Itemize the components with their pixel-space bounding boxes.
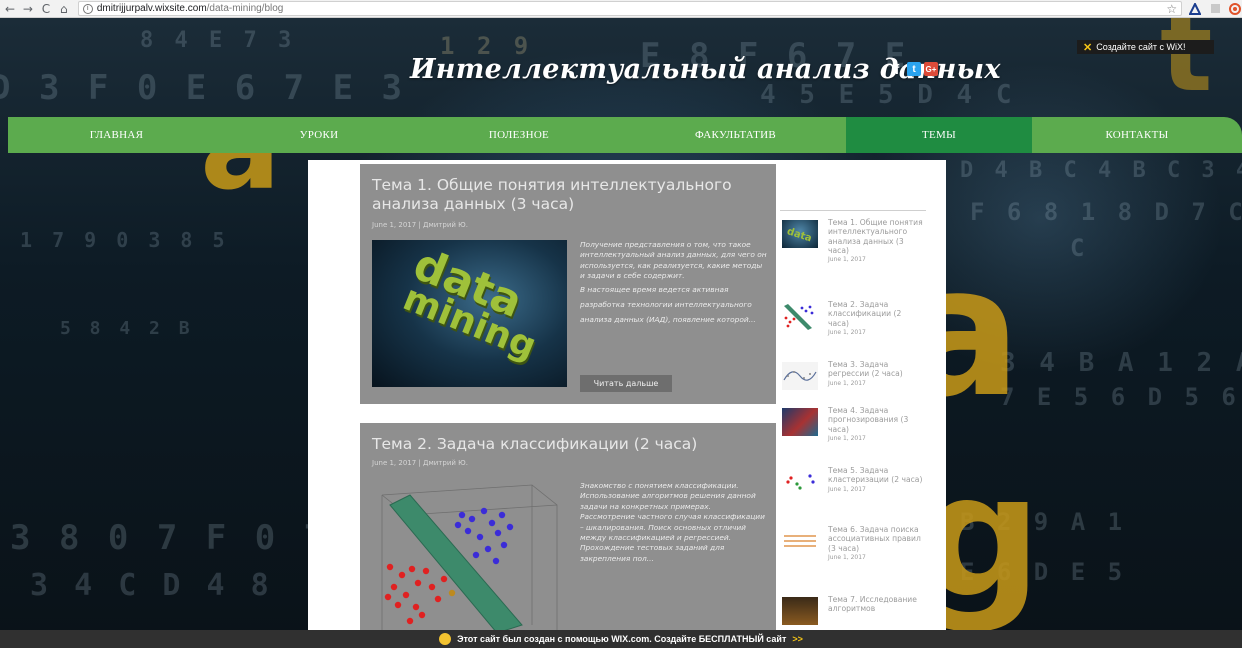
extension-target-icon[interactable]	[1228, 2, 1242, 16]
wix-footer-banner[interactable]: Этот сайт был создан с помощью WIX.com. …	[0, 630, 1242, 648]
wix-create-site-banner[interactable]: ✕ Создайте сайт с WiX!	[1077, 40, 1214, 54]
blog-content-panel: Тема 1. Общие понятия интеллектуального …	[308, 160, 946, 633]
sidebar-post-title-text: Тема 7. Исследование алгоритмов	[828, 595, 917, 614]
url-path: /data-mining/blog	[206, 3, 284, 14]
post-title[interactable]: Тема 2. Задача классификации (2 часа)	[372, 435, 772, 454]
reload-button[interactable]: C	[38, 1, 54, 17]
blog-post-card: Тема 2. Задача классификации (2 часа) Ju…	[360, 423, 776, 633]
sidebar-post-title[interactable]: Тема 2. Задача классификации (2 часа) Ju…	[828, 300, 924, 337]
social-icons: f t G+	[890, 61, 938, 77]
sidebar-post-title-text: Тема 4. Задача прогнозирования (3 часа)	[828, 406, 909, 434]
bookmark-star-icon[interactable]: ☆	[1166, 2, 1177, 16]
extension-square-icon[interactable]	[1208, 2, 1222, 16]
sidebar-post-title-text: Тема 3. Задача регрессии (2 часа)	[828, 360, 903, 379]
sidebar-post-item[interactable]: Тема 7. Исследование алгоритмов	[782, 595, 932, 630]
post-image-classification[interactable]	[372, 475, 567, 633]
post-excerpt: Знакомство с понятием классификации. Исп…	[580, 481, 765, 563]
url-host: dmitrijjurpalv.wixsite.com	[96, 3, 207, 14]
sidebar-thumb[interactable]	[782, 597, 818, 625]
sidebar-thumb[interactable]	[782, 527, 818, 555]
home-button[interactable]: ⌂	[56, 1, 72, 17]
sidebar-post-date: June 1, 2017	[828, 485, 866, 493]
read-more-button[interactable]: Читать дальше	[580, 375, 672, 392]
sidebar-post-title-text: Тема 2. Задача классификации (2 часа)	[828, 300, 902, 328]
extension-triangle-icon[interactable]	[1188, 2, 1202, 16]
address-bar[interactable]: i dmitrijjurpalv.wixsite.com/data-mining…	[77, 1, 1183, 16]
sidebar-post-item[interactable]: Тема 4. Задача прогнозирования (3 часа) …	[782, 406, 932, 466]
google-plus-icon[interactable]: G+	[924, 62, 938, 76]
menu-item-lessons[interactable]: УРОКИ	[225, 117, 413, 153]
sidebar-post-item[interactable]: Тема 6. Задача поиска ассоциативных прав…	[782, 525, 932, 585]
svg-text:data: data	[785, 226, 813, 244]
main-menu: ГЛАВНАЯ УРОКИ ПОЛЕЗНОЕ ФАКУЛЬТАТИВ ТЕМЫ …	[8, 117, 1242, 153]
blog-post-card: Тема 1. Общие понятия интеллектуального …	[360, 164, 776, 404]
post-excerpt: Получение представления о том, что такое…	[580, 240, 768, 327]
menu-item-contacts[interactable]: КОНТАКТЫ	[1032, 117, 1242, 153]
post-excerpt-tail: В настоящее время ведется активная разра…	[580, 284, 756, 324]
menu-item-elective[interactable]: ФАКУЛЬТАТИВ	[625, 117, 846, 153]
sidebar-post-title-text: Тема 6. Задача поиска ассоциативных прав…	[828, 525, 921, 553]
post-image-data-mining[interactable]: data mining	[372, 240, 567, 387]
browser-toolbar: ← → C ⌂ i dmitrijjurpalv.wixsite.com/dat…	[0, 0, 1242, 18]
back-button[interactable]: ←	[2, 1, 18, 17]
sidebar-post-date: June 1, 2017	[828, 328, 866, 336]
wix-footer-arrow: >>	[792, 634, 803, 644]
twitter-icon[interactable]: t	[907, 62, 921, 76]
sidebar-post-item[interactable]: data Тема 1. Общие понятия интеллектуаль…	[782, 218, 932, 278]
post-excerpt-lead: Получение представления о том, что такое…	[580, 240, 767, 281]
sidebar-post-title[interactable]: Тема 5. Задача кластеризации (2 часа) Ju…	[828, 466, 924, 494]
wix-footer-text: Этот сайт был создан с помощью WIX.com. …	[457, 634, 787, 644]
post-meta: June 1, 2017 | Дмитрий Ю.	[372, 221, 468, 229]
sidebar-post-title[interactable]: Тема 4. Задача прогнозирования (3 часа) …	[828, 406, 924, 443]
sidebar-thumb[interactable]	[782, 362, 818, 390]
info-icon[interactable]: i	[82, 3, 93, 14]
sidebar-thumb[interactable]	[782, 302, 818, 330]
facebook-icon[interactable]: f	[890, 61, 904, 77]
sidebar-thumb[interactable]	[782, 408, 818, 436]
sidebar-thumb[interactable]	[782, 468, 818, 496]
wix-x-icon: ✕	[1083, 41, 1093, 54]
sidebar-post-title[interactable]: Тема 3. Задача регрессии (2 часа) June 1…	[828, 360, 924, 388]
sidebar-post-title-text: Тема 1. Общие понятия интеллектуального …	[828, 218, 923, 255]
menu-item-topics[interactable]: ТЕМЫ	[846, 117, 1032, 153]
sidebar-divider	[780, 210, 926, 211]
forward-button[interactable]: →	[20, 1, 36, 17]
sidebar-post-title[interactable]: Тема 6. Задача поиска ассоциативных прав…	[828, 525, 924, 562]
sidebar-post-title[interactable]: Тема 7. Исследование алгоритмов	[828, 595, 924, 614]
sidebar-thumb[interactable]: data	[782, 220, 818, 248]
sidebar-post-date: June 1, 2017	[828, 379, 866, 387]
sidebar-post-item[interactable]: Тема 5. Задача кластеризации (2 часа) Ju…	[782, 466, 932, 526]
sidebar-post-title[interactable]: Тема 1. Общие понятия интеллектуального …	[828, 218, 924, 264]
post-meta: June 1, 2017 | Дмитрий Ю.	[372, 459, 468, 467]
sidebar-post-date: June 1, 2017	[828, 256, 866, 264]
sidebar-post-date: June 1, 2017	[828, 434, 866, 442]
menu-item-home[interactable]: ГЛАВНАЯ	[8, 117, 225, 153]
wix-logo-icon	[439, 633, 452, 645]
menu-item-useful[interactable]: ПОЛЕЗНОЕ	[413, 117, 625, 153]
sidebar-post-date: June 1, 2017	[828, 553, 866, 561]
post-title[interactable]: Тема 1. Общие понятия интеллектуального …	[372, 176, 772, 214]
sidebar-post-item[interactable]: Тема 2. Задача классификации (2 часа) Ju…	[782, 300, 932, 360]
sidebar-post-title-text: Тема 5. Задача кластеризации (2 часа)	[828, 466, 923, 485]
wix-create-site-label: Создайте сайт с WiX!	[1096, 42, 1186, 52]
